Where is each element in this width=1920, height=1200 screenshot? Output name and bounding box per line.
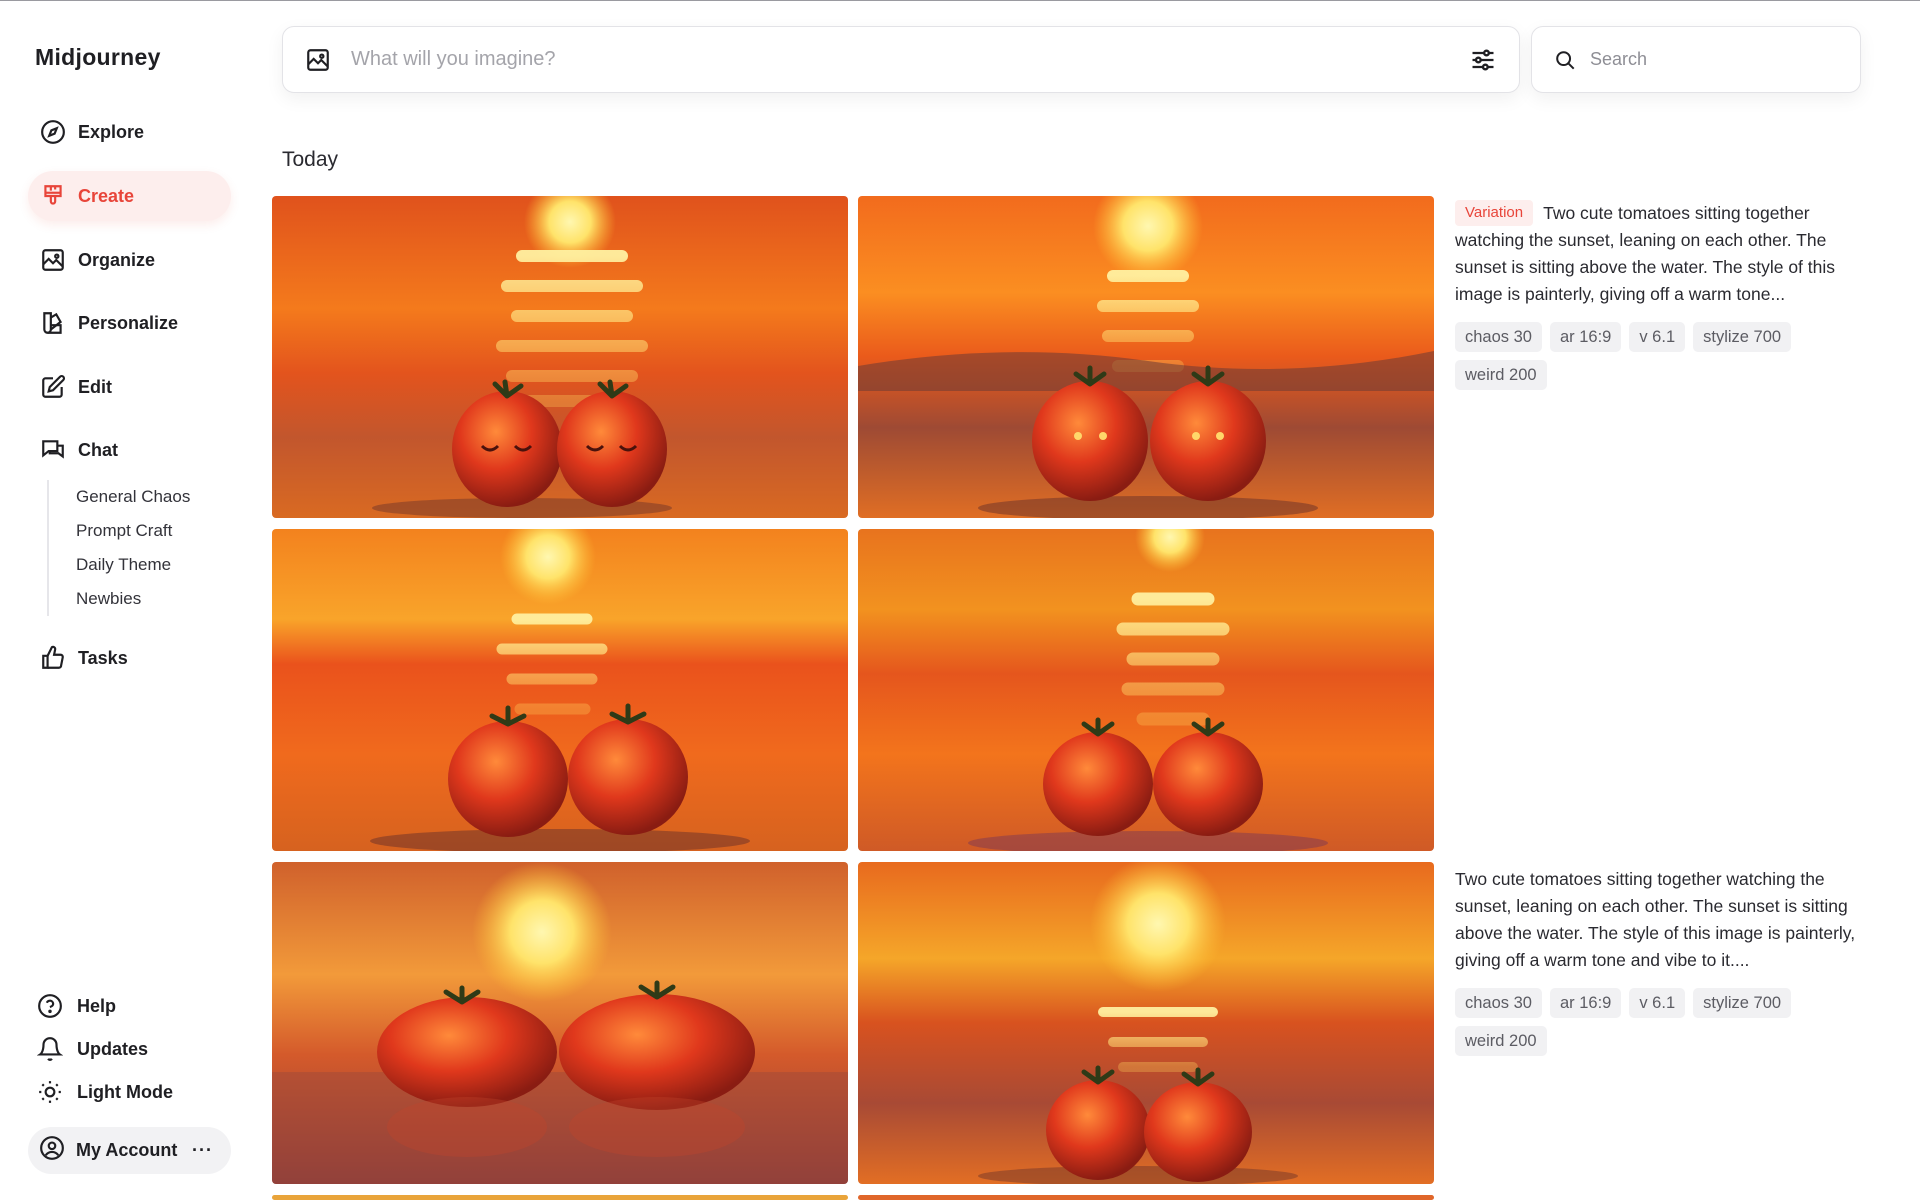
job-info-2: Two cute tomatoes sitting together watch…	[1455, 866, 1875, 1056]
add-image-icon[interactable]	[305, 47, 331, 73]
sun-icon	[36, 1078, 64, 1106]
job-description: Two cute tomatoes sitting together watch…	[1455, 869, 1856, 970]
imagine-prompt-bar	[282, 26, 1520, 93]
nav-chat-label: Chat	[78, 439, 118, 460]
my-account-label: My Account	[76, 1140, 178, 1160]
param-chip[interactable]: v 6.1	[1629, 322, 1686, 352]
variation-badge: Variation	[1455, 200, 1534, 226]
search-input[interactable]	[1590, 49, 1838, 70]
nav-updates-label: Updates	[77, 1038, 149, 1059]
job-info-1: Variation Two cute tomatoes sitting toget…	[1455, 200, 1875, 390]
nav-personalize-label: Personalize	[78, 312, 179, 333]
param-chip[interactable]: stylize 700	[1693, 988, 1792, 1018]
job-prompt-text[interactable]: Two cute tomatoes sitting together watch…	[1455, 866, 1875, 974]
generated-image-7[interactable]	[272, 1195, 848, 1200]
chat-channel-prompt-craft[interactable]: Prompt Craft	[76, 514, 227, 548]
imagine-input[interactable]	[351, 48, 1469, 71]
generated-image-5[interactable]	[272, 862, 848, 1184]
my-account-button[interactable]: My Account ···	[28, 1127, 231, 1174]
nav-organize-label: Organize	[78, 249, 156, 270]
nav-chat[interactable]: Chat	[28, 425, 231, 475]
image-gallery-icon	[39, 246, 67, 274]
generated-image-6[interactable]	[858, 862, 1434, 1184]
help-circle-icon	[36, 992, 64, 1020]
param-chip[interactable]: v 6.1	[1629, 988, 1686, 1018]
nav-explore[interactable]: Explore	[28, 107, 231, 157]
generated-image-3[interactable]	[272, 529, 848, 851]
nav-explore-label: Explore	[78, 121, 145, 142]
bell-icon	[36, 1035, 64, 1063]
section-title-today: Today	[282, 148, 339, 171]
param-chip[interactable]: weird 200	[1455, 360, 1547, 390]
job-params: chaos 30 ar 16:9 v 6.1 stylize 700 weird…	[1455, 988, 1815, 1056]
nav-updates[interactable]: Updates	[36, 1032, 148, 1066]
light-mode-toggle[interactable]: Light Mode	[36, 1075, 173, 1109]
generated-image-8[interactable]	[858, 1195, 1434, 1200]
nav-help[interactable]: Help	[36, 989, 116, 1023]
thumbs-up-icon	[39, 644, 67, 672]
search-bar	[1531, 26, 1861, 93]
nav-tasks[interactable]: Tasks	[28, 633, 231, 683]
chat-channel-general-chaos[interactable]: General Chaos	[76, 480, 227, 514]
user-circle-icon	[39, 1135, 65, 1166]
sidebar: Midjourney Explore Create Organize Perso…	[0, 0, 250, 1200]
nav-organize[interactable]: Organize	[28, 235, 231, 285]
palette-swatch-icon	[39, 309, 67, 337]
nav-tasks-label: Tasks	[78, 647, 128, 668]
chat-channel-newbies[interactable]: Newbies	[76, 582, 227, 616]
window-top-border	[0, 0, 1920, 1]
chat-bubbles-icon	[39, 436, 67, 464]
light-mode-label: Light Mode	[77, 1081, 173, 1102]
nav-create[interactable]: Create	[28, 171, 231, 221]
more-options-icon[interactable]: ···	[192, 1140, 213, 1161]
nav-edit[interactable]: Edit	[28, 362, 231, 412]
chat-channel-list: General Chaos Prompt Craft Daily Theme N…	[47, 480, 227, 616]
brand-logo[interactable]: Midjourney	[35, 44, 161, 71]
param-chip[interactable]: chaos 30	[1455, 988, 1542, 1018]
compass-icon	[39, 118, 67, 146]
job-params: chaos 30 ar 16:9 v 6.1 stylize 700 weird…	[1455, 322, 1815, 390]
generated-image-2[interactable]	[858, 196, 1434, 518]
param-chip[interactable]: weird 200	[1455, 1026, 1547, 1056]
nav-help-label: Help	[77, 995, 117, 1016]
paintbrush-icon	[39, 182, 67, 210]
param-chip[interactable]: stylize 700	[1693, 322, 1792, 352]
chat-channel-daily-theme[interactable]: Daily Theme	[76, 548, 227, 582]
generated-image-4[interactable]	[858, 529, 1434, 851]
nav-edit-label: Edit	[78, 376, 112, 397]
param-chip[interactable]: chaos 30	[1455, 322, 1542, 352]
job-prompt-text[interactable]: Variation Two cute tomatoes sitting toget…	[1455, 200, 1875, 308]
param-chip[interactable]: ar 16:9	[1549, 988, 1622, 1018]
search-icon	[1554, 49, 1576, 71]
nav-create-label: Create	[78, 185, 135, 206]
edit-pencil-icon	[39, 373, 67, 401]
param-chip[interactable]: ar 16:9	[1549, 322, 1622, 352]
settings-sliders-icon[interactable]	[1469, 46, 1497, 74]
generated-image-1[interactable]	[272, 196, 848, 518]
nav-personalize[interactable]: Personalize	[28, 298, 231, 348]
